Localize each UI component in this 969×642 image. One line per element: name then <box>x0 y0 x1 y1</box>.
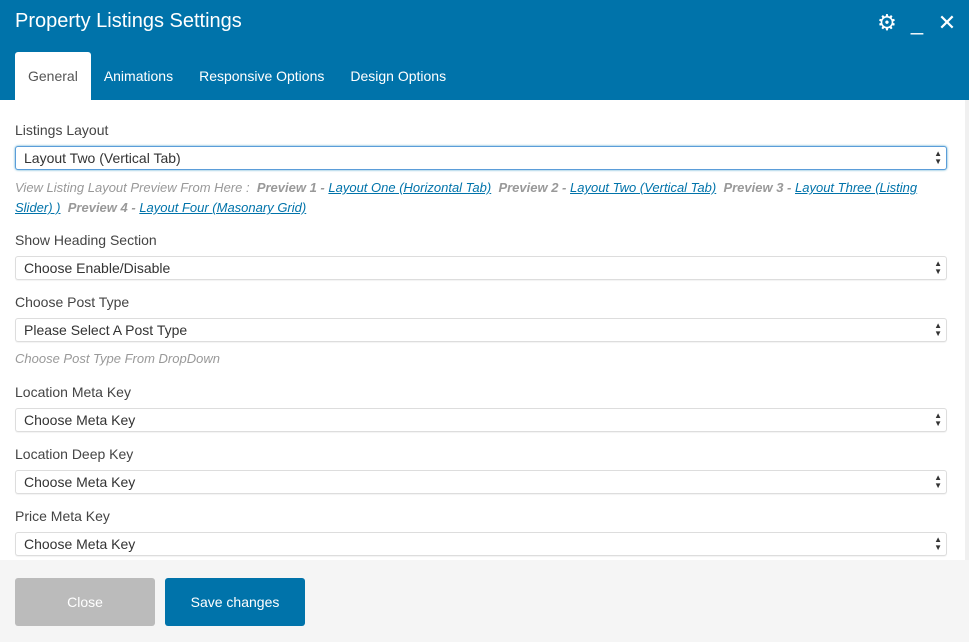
modal-header: Property Listings Settings ⚙ _ ✕ General… <box>0 0 969 100</box>
layout-preview-links: View Listing Layout Preview From Here : … <box>15 178 947 218</box>
location-meta-key-select[interactable]: Choose Meta Key ▲ ▼ <box>15 408 947 432</box>
post-type-select[interactable]: Please Select A Post Type ▲ ▼ <box>15 318 947 342</box>
preview-prefix: Preview 2 - <box>498 180 567 195</box>
select-value: Layout Two (Vertical Tab) <box>24 150 181 166</box>
select-arrows-icon: ▲ ▼ <box>934 149 942 166</box>
field-label: Listings Layout <box>15 122 109 138</box>
tab-responsive-options[interactable]: Responsive Options <box>186 52 337 100</box>
modal-title: Property Listings Settings <box>15 10 242 32</box>
preview-prefix: Preview 1 - <box>256 180 325 195</box>
select-arrows-icon: ▲ ▼ <box>934 535 942 552</box>
select-arrows-icon: ▲ ▼ <box>934 411 942 428</box>
field-label: Location Deep Key <box>15 446 134 462</box>
select-value: Choose Meta Key <box>24 536 136 552</box>
tab-general[interactable]: General <box>15 52 91 100</box>
close-icon[interactable]: ✕ <box>935 10 959 36</box>
select-value: Please Select A Post Type <box>24 322 188 338</box>
tab-animations[interactable]: Animations <box>91 52 186 100</box>
show-heading-select[interactable]: Choose Enable/Disable ▲ ▼ <box>15 256 947 280</box>
tab-bar: General Animations Responsive Options De… <box>15 52 459 100</box>
field-label: Price Meta Key <box>15 508 110 524</box>
preview-prefix: Preview 3 - <box>723 180 792 195</box>
location-deep-key-select[interactable]: Choose Meta Key ▲ ▼ <box>15 470 947 494</box>
close-button[interactable]: Close <box>15 578 155 626</box>
field-label: Choose Post Type <box>15 294 130 310</box>
preview-link-layout-two[interactable]: Layout Two (Vertical Tab) <box>570 180 716 195</box>
select-value: Choose Meta Key <box>24 412 136 428</box>
price-meta-key-select[interactable]: Choose Meta Key ▲ ▼ <box>15 532 947 556</box>
select-arrows-icon: ▲ ▼ <box>934 321 942 338</box>
gear-icon[interactable]: ⚙ <box>875 10 899 36</box>
preview-link-layout-one[interactable]: Layout One (Horizontal Tab) <box>328 180 491 195</box>
select-arrows-icon: ▲ ▼ <box>934 473 942 490</box>
preview-prefix: Preview 4 - <box>67 200 136 215</box>
listings-layout-select[interactable]: Layout Two (Vertical Tab) ▲ ▼ <box>15 146 947 170</box>
select-value: Choose Enable/Disable <box>24 260 171 276</box>
post-type-hint: Choose Post Type From DropDown <box>15 351 220 366</box>
select-arrows-icon: ▲ ▼ <box>934 259 942 276</box>
modal-footer: Close Save changes <box>0 560 969 642</box>
field-label: Location Meta Key <box>15 384 131 400</box>
preview-link-layout-four[interactable]: Layout Four (Masonary Grid) <box>139 200 306 215</box>
minimize-icon[interactable]: _ <box>905 10 929 36</box>
tab-design-options[interactable]: Design Options <box>337 52 459 100</box>
save-changes-button[interactable]: Save changes <box>165 578 305 626</box>
settings-content: Listings Layout Layout Two (Vertical Tab… <box>0 100 965 560</box>
preview-intro: View Listing Layout Preview From Here : <box>15 180 250 195</box>
field-label: Show Heading Section <box>15 232 157 248</box>
select-value: Choose Meta Key <box>24 474 136 490</box>
scrollbar[interactable] <box>965 100 969 560</box>
